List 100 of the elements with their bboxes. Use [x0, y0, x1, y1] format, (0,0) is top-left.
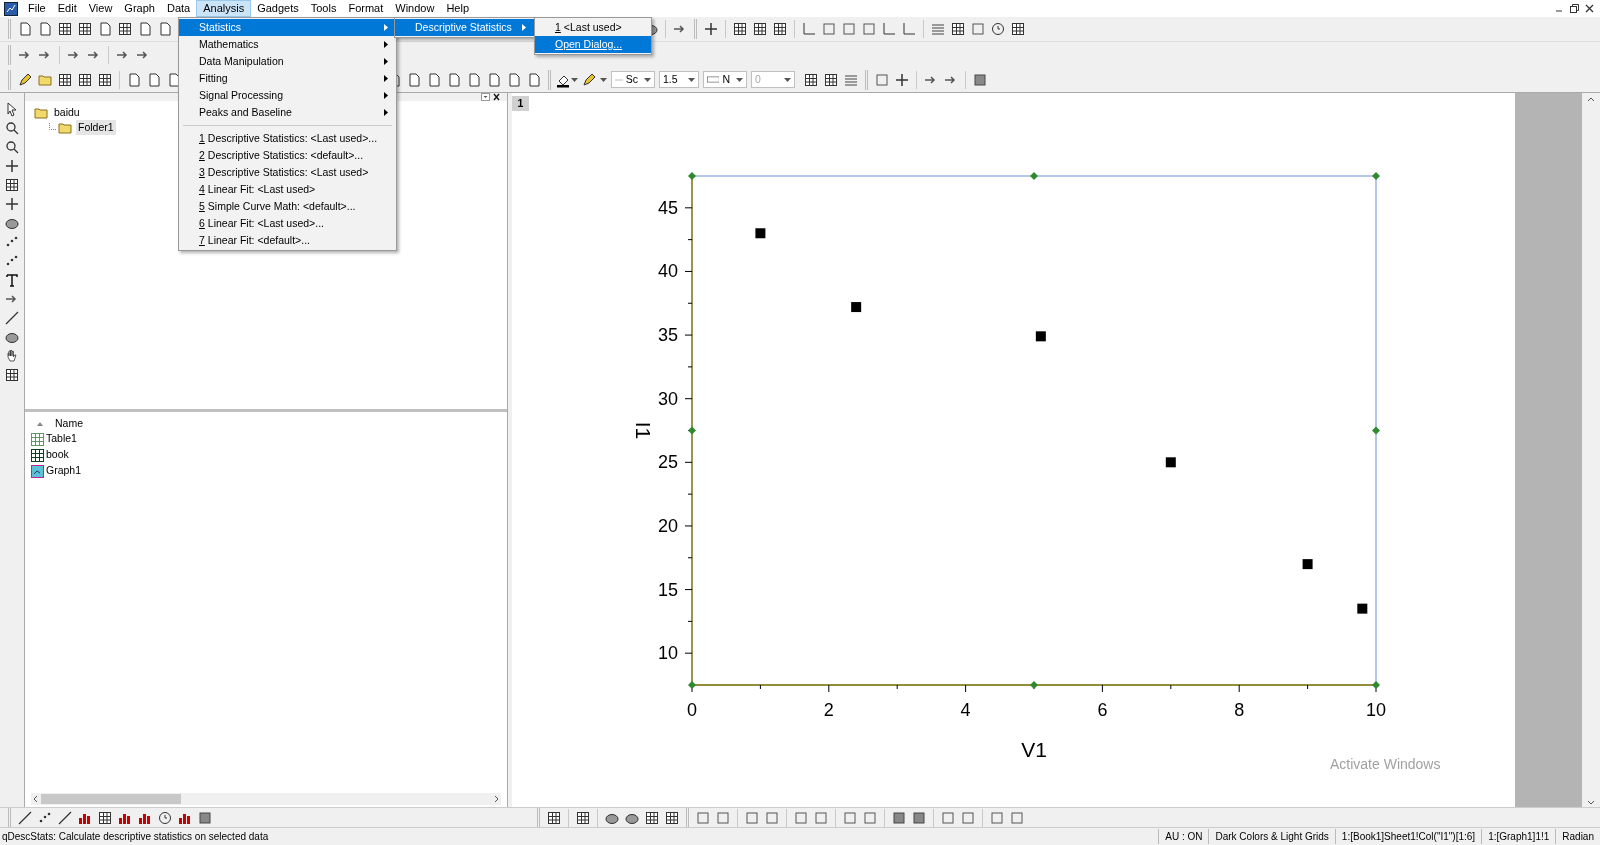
layer-tab[interactable]: 1: [512, 96, 529, 111]
grid-icon[interactable]: [664, 809, 680, 826]
line-icon[interactable]: [57, 809, 73, 826]
menu-item[interactable]: 1 Descriptive Statistics: <Last used>...: [179, 130, 396, 147]
scroll-thumb[interactable]: [41, 794, 181, 804]
column-header[interactable]: Name: [55, 415, 83, 432]
block-icon[interactable]: [891, 809, 907, 826]
block-icon[interactable]: [197, 809, 213, 826]
grid-icon[interactable]: [57, 71, 73, 88]
grid-icon[interactable]: [803, 71, 819, 88]
page-icon[interactable]: [426, 71, 442, 88]
menu-item[interactable]: Mathematics: [179, 36, 396, 53]
menu-item[interactable]: 5 Simple Curve Math: <default>...: [179, 198, 396, 215]
text-tool-icon[interactable]: [4, 272, 20, 288]
menu-item[interactable]: 6 Linear Fit: <Last used>...: [179, 215, 396, 232]
menu-item[interactable]: 1 <Last used>: [535, 19, 651, 36]
grid-icon[interactable]: [97, 809, 113, 826]
menu-item[interactable]: Descriptive Statistics: [395, 19, 534, 36]
grid-icon[interactable]: [772, 21, 788, 37]
grid-icon[interactable]: [57, 21, 73, 37]
grid-icon[interactable]: [4, 367, 20, 383]
page-icon[interactable]: [126, 71, 142, 88]
crosshair-icon[interactable]: [4, 196, 20, 212]
grid-icon[interactable]: [823, 71, 839, 88]
page-icon[interactable]: [526, 71, 542, 88]
zoom-icon[interactable]: [4, 139, 20, 155]
grid-icon[interactable]: [575, 809, 591, 826]
grid-icon[interactable]: [950, 21, 966, 37]
resize-handle[interactable]: [1372, 172, 1380, 180]
crosshair-icon[interactable]: [703, 21, 719, 37]
page-icon[interactable]: [17, 21, 33, 37]
grid-icon[interactable]: [644, 809, 660, 826]
dropdown-caret-icon[interactable]: [644, 77, 651, 82]
page-icon[interactable]: [506, 71, 522, 88]
toolbar-dropdown[interactable]: Sc: [611, 71, 655, 88]
menu-item[interactable]: Open Dialog...: [535, 36, 651, 53]
restore-icon[interactable]: [1570, 4, 1579, 13]
toolbar-dropdown[interactable]: N: [703, 71, 747, 88]
resize-handle[interactable]: [1030, 172, 1038, 180]
dropdown-caret-icon[interactable]: [736, 77, 743, 82]
menu-title[interactable]: File: [22, 0, 52, 17]
dropdown-caret-icon[interactable]: [688, 77, 695, 82]
axis-icon[interactable]: [801, 21, 817, 37]
menu-item[interactable]: Data Manipulation: [179, 53, 396, 70]
window-item[interactable]: Table1: [46, 431, 77, 447]
menu-item[interactable]: 3 Descriptive Statistics: <Last used>: [179, 164, 396, 181]
resize-handle[interactable]: [688, 681, 696, 689]
menu-title[interactable]: Format: [342, 0, 390, 17]
menu-title[interactable]: Data: [160, 0, 197, 17]
menu-title[interactable]: Edit: [51, 0, 83, 17]
menu-title[interactable]: Analysis: [196, 0, 252, 17]
menu-item[interactable]: 4 Linear Fit: <Last used>: [179, 181, 396, 198]
pencil-icon[interactable]: [17, 71, 33, 88]
block-icon[interactable]: [911, 809, 927, 826]
app-icon[interactable]: [4, 1, 18, 16]
window-item[interactable]: book: [46, 447, 69, 463]
page-icon[interactable]: [486, 71, 502, 88]
menu-title[interactable]: Gadgets: [251, 0, 305, 17]
page-icon[interactable]: [137, 21, 153, 37]
menu-item[interactable]: Peaks and Baseline: [179, 104, 396, 121]
toolbar-dropdown[interactable]: 1.5: [659, 71, 699, 88]
grid-icon[interactable]: [117, 21, 133, 37]
menu-title[interactable]: Help: [440, 0, 476, 17]
crosshair-icon[interactable]: [4, 158, 20, 174]
line-icon[interactable]: [17, 809, 33, 826]
zoom-icon[interactable]: [4, 120, 20, 136]
menu-item[interactable]: 7 Linear Fit: <default>...: [179, 232, 396, 249]
grid-icon[interactable]: [546, 809, 562, 826]
page-icon[interactable]: [37, 21, 53, 37]
menu-title[interactable]: Graph: [118, 0, 161, 17]
folder-item[interactable]: baidu: [52, 104, 82, 121]
page-icon[interactable]: [157, 21, 173, 37]
close-icon[interactable]: [492, 93, 501, 101]
menu-item[interactable]: Statistics: [179, 19, 396, 36]
axis-icon[interactable]: [881, 21, 897, 37]
menu-item[interactable]: 2 Descriptive Statistics: <default>...: [179, 147, 396, 164]
line-icon[interactable]: [4, 310, 20, 326]
axis-icon[interactable]: [901, 21, 917, 37]
sort-arrow-icon[interactable]: [37, 421, 43, 426]
page-icon[interactable]: [466, 71, 482, 88]
clock-icon[interactable]: [157, 809, 173, 826]
dropdown-caret-icon[interactable]: [571, 77, 578, 82]
hand-icon[interactable]: [4, 348, 20, 364]
block-icon[interactable]: [972, 71, 988, 88]
grid-icon[interactable]: [732, 21, 748, 37]
resize-handle[interactable]: [1030, 681, 1038, 689]
grid-icon[interactable]: [1010, 21, 1026, 37]
grid-icon[interactable]: [97, 71, 113, 88]
pencil-icon[interactable]: [581, 71, 597, 88]
folder-item[interactable]: Folder1: [76, 119, 116, 136]
menu-item[interactable]: Fitting: [179, 70, 396, 87]
resize-handle[interactable]: [688, 172, 696, 180]
grid-icon[interactable]: [77, 21, 93, 37]
grid-icon[interactable]: [4, 177, 20, 193]
page-icon[interactable]: [446, 71, 462, 88]
dropdown-icon[interactable]: [481, 93, 490, 101]
close-icon[interactable]: [1585, 4, 1594, 13]
dropdown-caret-icon[interactable]: [600, 77, 607, 82]
grid-icon[interactable]: [752, 21, 768, 37]
page-icon[interactable]: [406, 71, 422, 88]
